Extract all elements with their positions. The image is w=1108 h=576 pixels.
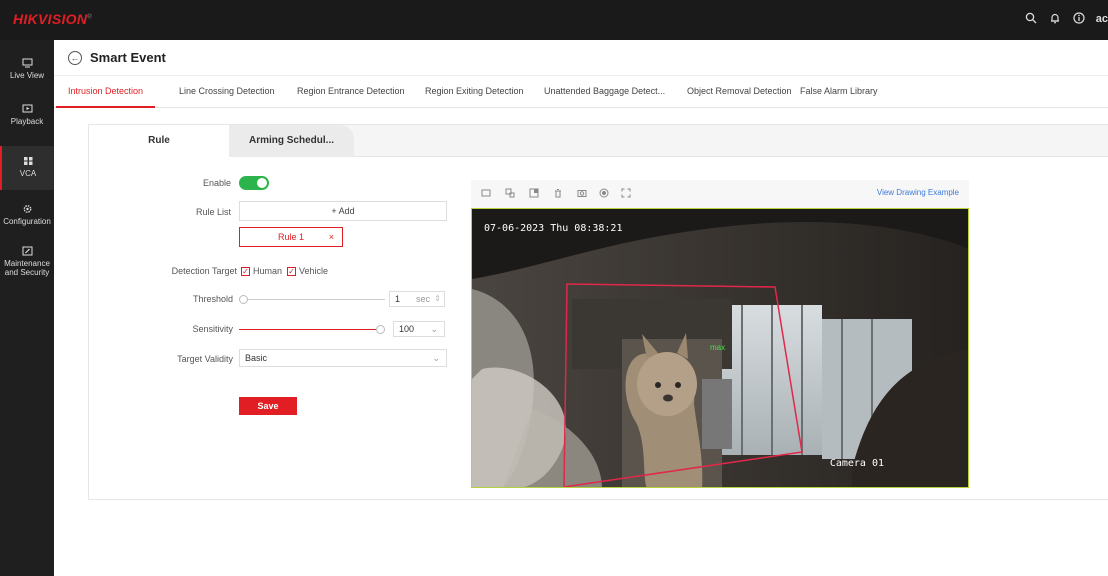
- threshold-input[interactable]: 1 sec ⇕: [389, 291, 445, 307]
- sensitivity-slider-handle[interactable]: [376, 325, 385, 334]
- event-tabs: Intrusion Detection Line Crossing Detect…: [54, 76, 1108, 108]
- sidebar-item-label: VCA: [19, 169, 37, 178]
- osd-timestamp: 07-06-2023 Thu 08:38:21: [484, 223, 623, 234]
- info-icon[interactable]: [1072, 12, 1086, 26]
- sidebar-item-label: Maintenance and Security: [4, 259, 50, 277]
- grid-icon: [23, 157, 32, 165]
- bell-icon[interactable]: [1048, 12, 1062, 26]
- back-arrow-icon[interactable]: ←: [68, 51, 82, 65]
- tab-unattended-baggage-detection[interactable]: Unattended Baggage Detect...: [544, 86, 665, 96]
- sensitivity-value: 100: [399, 324, 415, 334]
- detection-target-label: Detection Target: [171, 266, 237, 276]
- rule-list-label: Rule List: [195, 207, 231, 217]
- fullscreen-icon[interactable]: [621, 188, 631, 198]
- stepper-icon[interactable]: ⇕: [434, 292, 441, 306]
- video-toolbar: View Drawing Example: [471, 180, 969, 208]
- rule-card: Rule Arming Schedul... Enable Rule List …: [88, 124, 1108, 500]
- target-validity-value: Basic: [245, 353, 268, 363]
- chevron-down-icon: ⌄: [432, 353, 440, 363]
- sidebar-item-label: Live View: [9, 71, 45, 80]
- tab-line-crossing-detection[interactable]: Line Crossing Detection: [179, 86, 275, 96]
- tab-intrusion-detection[interactable]: Intrusion Detection: [55, 86, 156, 108]
- subtab-rule[interactable]: Rule: [89, 125, 229, 158]
- threshold-value: 1: [395, 294, 401, 304]
- gear-icon: [23, 205, 31, 213]
- sidebar-item-playback[interactable]: Playback: [0, 104, 54, 144]
- threshold-unit: sec: [415, 294, 430, 304]
- sidebar: Live View Playback VCA Configuration Mai…: [0, 40, 54, 576]
- page-title: Smart Event: [90, 50, 166, 65]
- play-icon: [22, 104, 32, 113]
- tab-region-exiting-detection[interactable]: Region Exiting Detection: [425, 86, 524, 96]
- target-validity-label: Target Validity: [177, 354, 233, 364]
- sidebar-item-vca[interactable]: VCA: [0, 146, 54, 190]
- top-bar: HIKVISION® ac: [0, 0, 1108, 40]
- monitor-icon: [22, 58, 32, 68]
- min-size-icon[interactable]: [529, 188, 539, 198]
- rectangle-icon[interactable]: [481, 188, 491, 198]
- search-icon[interactable]: [1024, 12, 1038, 26]
- sidebar-item-label: Configuration: [3, 217, 51, 226]
- vehicle-checkbox[interactable]: ✓: [287, 267, 296, 276]
- save-button[interactable]: Save: [239, 397, 297, 415]
- enable-label: Enable: [202, 178, 231, 188]
- osd-camera-name: Camera 01: [829, 458, 884, 469]
- threshold-slider-handle[interactable]: [239, 295, 248, 304]
- vehicle-label: Vehicle: [299, 266, 329, 276]
- threshold-label: Threshold: [192, 294, 233, 304]
- top-icons: ac: [1024, 12, 1108, 26]
- sidebar-item-maintenance[interactable]: Maintenance and Security: [0, 246, 54, 280]
- target-validity-select[interactable]: Basic ⌄: [239, 349, 447, 367]
- sensitivity-select[interactable]: 100 ⌄: [393, 321, 445, 337]
- subtab-arming-schedule[interactable]: Arming Schedul...: [229, 125, 354, 157]
- tab-object-removal-detection[interactable]: Object Removal Detection: [687, 86, 792, 96]
- max-size-icon[interactable]: [505, 188, 515, 198]
- remove-rule-icon[interactable]: ×: [329, 228, 334, 246]
- sidebar-item-configuration[interactable]: Configuration: [0, 204, 54, 244]
- add-rule-button[interactable]: + Add: [239, 201, 447, 221]
- record-icon[interactable]: [599, 188, 609, 198]
- delete-icon[interactable]: [553, 188, 563, 198]
- tab-false-alarm-library[interactable]: False Alarm Library: [800, 86, 878, 96]
- enable-toggle[interactable]: [239, 176, 269, 190]
- threshold-slider-track[interactable]: [239, 299, 385, 300]
- hikvision-logo: HIKVISION®: [13, 11, 92, 27]
- sensitivity-slider-fill: [239, 329, 376, 330]
- sidebar-item-live-view[interactable]: Live View: [0, 58, 54, 98]
- page-header: ← Smart Event: [54, 40, 1108, 76]
- rule-1-item[interactable]: Rule 1 ×: [239, 227, 343, 247]
- wrench-icon: [22, 246, 32, 256]
- view-drawing-example-link[interactable]: View Drawing Example: [877, 188, 959, 197]
- osd-max-label: max: [710, 343, 726, 352]
- human-label: Human: [253, 266, 283, 276]
- rule-item-label: Rule 1: [277, 232, 304, 242]
- live-video[interactable]: 07-06-2023 Thu 08:38:21 max Camera 01: [471, 208, 969, 488]
- human-checkbox[interactable]: ✓: [241, 267, 250, 276]
- user-name[interactable]: ac: [1096, 12, 1108, 26]
- capture-icon[interactable]: [577, 188, 587, 198]
- tab-region-entrance-detection[interactable]: Region Entrance Detection: [297, 86, 405, 96]
- chevron-down-icon: ⌄: [430, 324, 438, 334]
- sidebar-item-label: Playback: [10, 117, 44, 126]
- rule-subtabs: Rule Arming Schedul...: [89, 125, 1108, 158]
- sensitivity-label: Sensitivity: [192, 324, 233, 334]
